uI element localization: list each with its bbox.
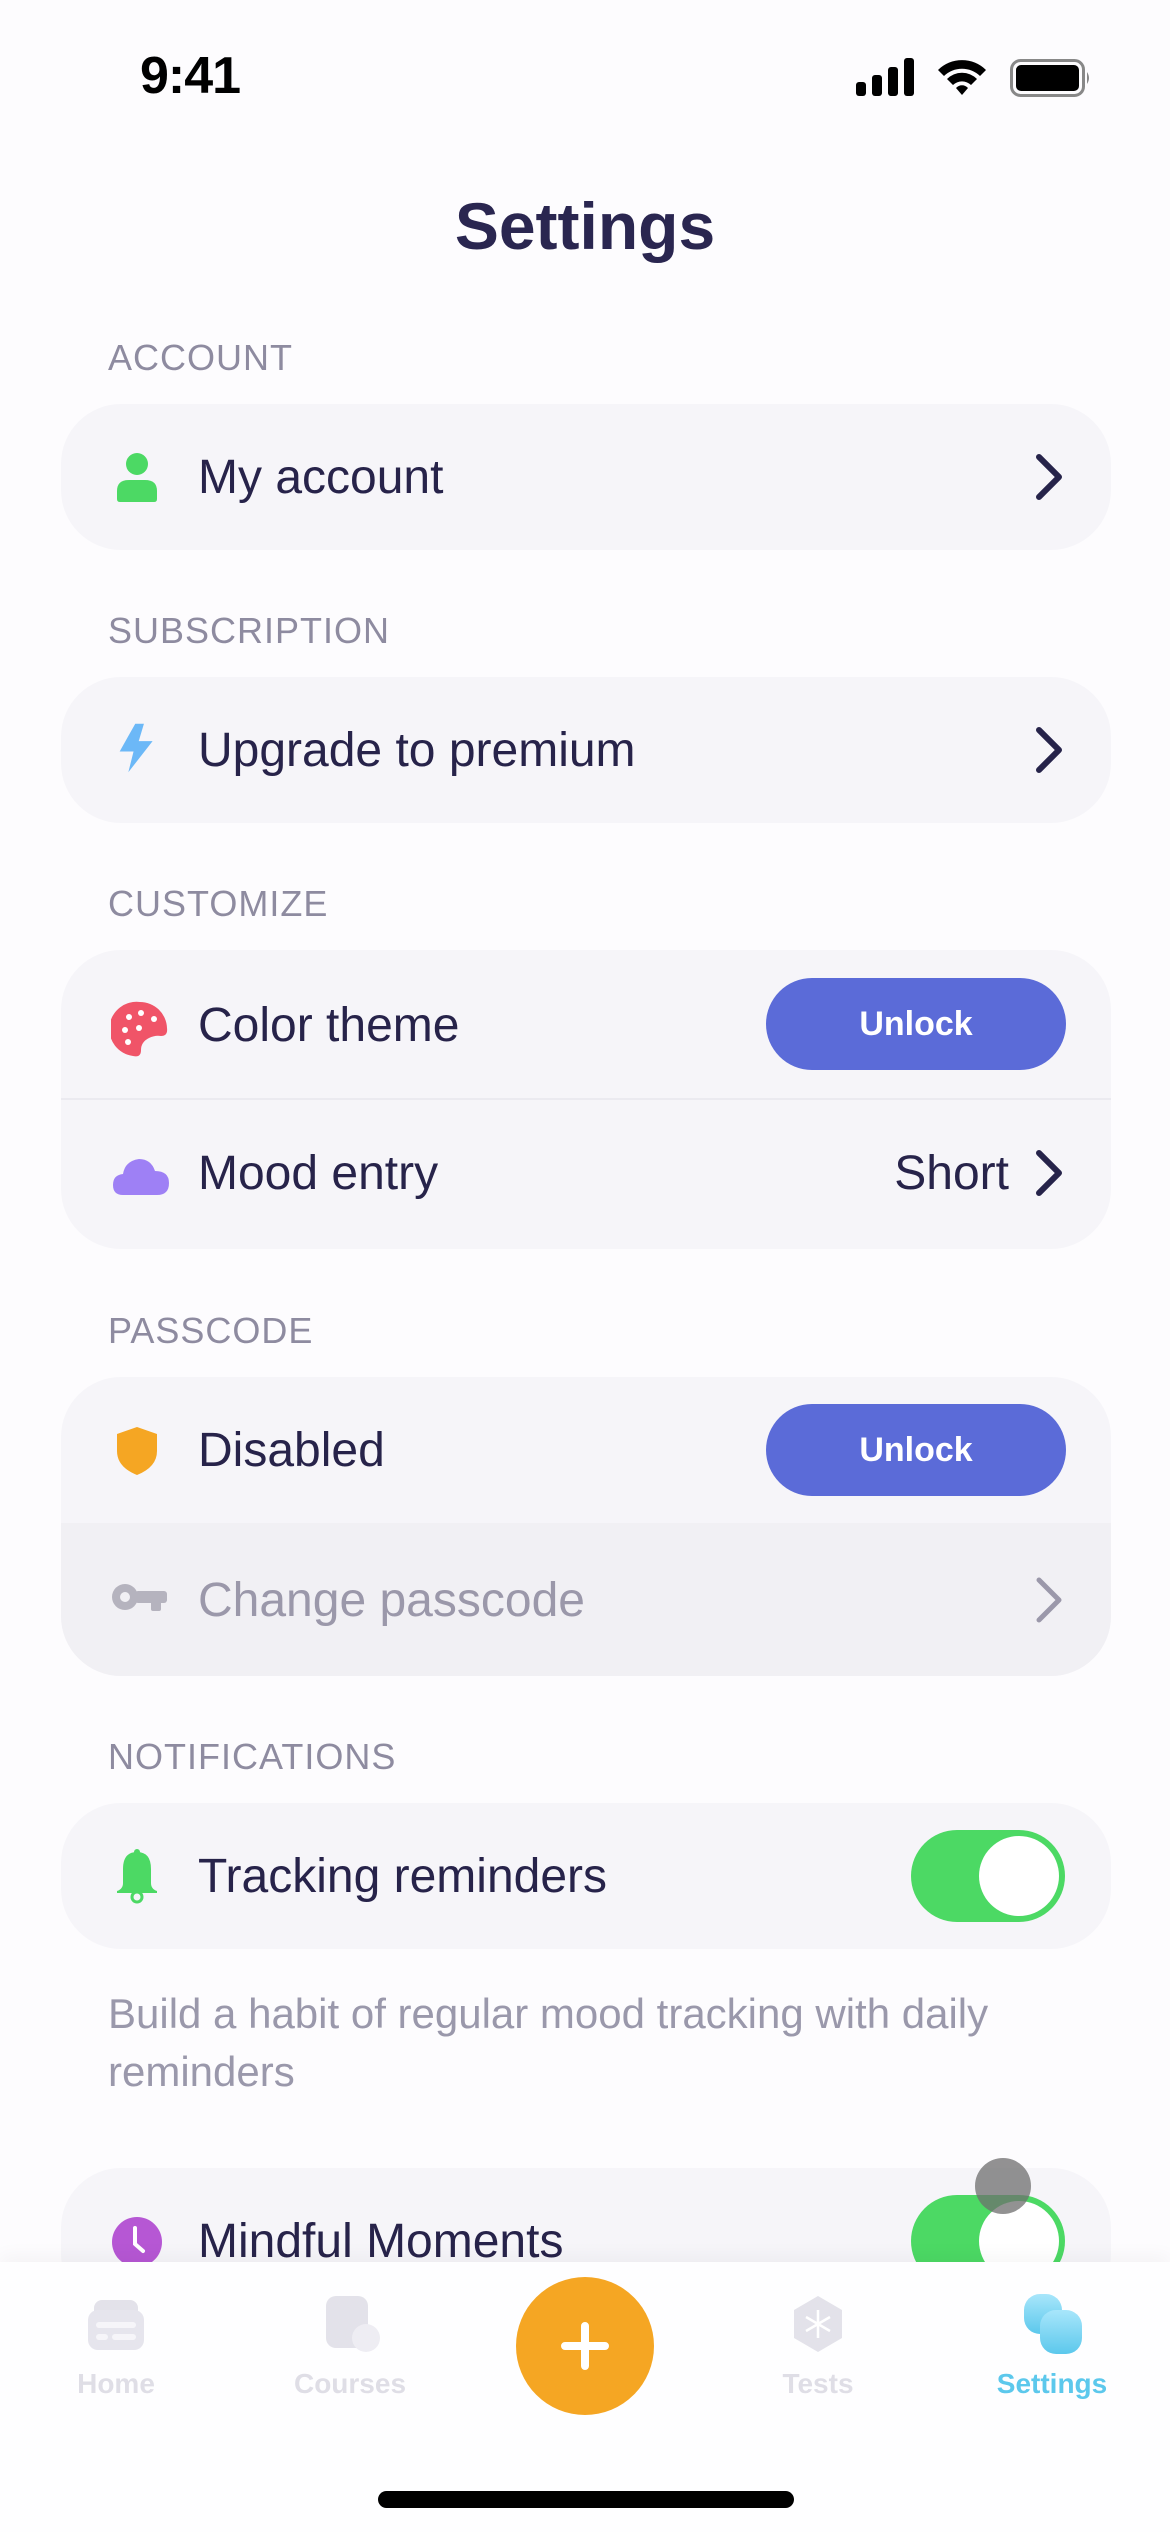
- tab-courses[interactable]: Courses: [260, 2292, 440, 2412]
- mood-entry-label: Mood entry: [198, 1147, 439, 1200]
- mood-entry-value: Short: [894, 1147, 1009, 1200]
- tab-settings[interactable]: Settings: [962, 2292, 1142, 2412]
- tab-settings-label: Settings: [996, 2368, 1108, 2399]
- tab-home-label: Home: [77, 2368, 155, 2399]
- bell-icon: [111, 1847, 163, 1905]
- passcode-unlock-button[interactable]: Unlock: [766, 1404, 1066, 1496]
- section-header-subscription: SUBSCRIPTION: [108, 610, 391, 651]
- account-card: My account: [61, 404, 1111, 550]
- my-account-row[interactable]: My account: [61, 404, 1111, 550]
- section-header-notifications: NOTIFICATIONS: [108, 1736, 397, 1777]
- customize-card: Color theme Unlock Mood entry Short: [61, 950, 1111, 1249]
- courses-icon: [318, 2292, 382, 2356]
- shield-icon: [111, 1425, 163, 1477]
- color-theme-unlock-button[interactable]: Unlock: [766, 978, 1066, 1070]
- chevron-right-icon: [1031, 1147, 1067, 1199]
- tab-tests[interactable]: Tests: [728, 2292, 908, 2412]
- color-theme-label: Color theme: [198, 999, 460, 1052]
- key-icon: [111, 1573, 169, 1625]
- touch-indicator: [975, 2158, 1031, 2214]
- cellular-signal-icon: [856, 58, 914, 96]
- toggle-knob: [979, 1836, 1059, 1916]
- color-theme-row: Color theme Unlock: [61, 950, 1111, 1098]
- chevron-right-icon: [1031, 451, 1067, 503]
- upgrade-premium-label: Upgrade to premium: [198, 724, 636, 777]
- chevron-right-icon: [1031, 1574, 1067, 1626]
- status-time: 9:41: [140, 47, 241, 105]
- upgrade-premium-row[interactable]: Upgrade to premium: [61, 677, 1111, 823]
- passcode-status-label: Disabled: [198, 1424, 385, 1477]
- tab-tests-label: Tests: [782, 2368, 854, 2399]
- section-header-account: ACCOUNT: [108, 337, 293, 378]
- change-passcode-label: Change passcode: [198, 1574, 585, 1627]
- section-header-passcode: PASSCODE: [108, 1310, 314, 1351]
- settings-icon: [1020, 2292, 1084, 2356]
- tracking-reminders-label: Tracking reminders: [198, 1850, 608, 1903]
- subscription-card: Upgrade to premium: [61, 677, 1111, 823]
- plus-icon: [561, 2322, 609, 2370]
- add-entry-button[interactable]: [516, 2277, 654, 2415]
- tab-home[interactable]: Home: [26, 2292, 206, 2412]
- home-icon: [84, 2292, 148, 2356]
- cloud-icon: [111, 1149, 171, 1201]
- passcode-card: Disabled Unlock Change passcode: [61, 1377, 1111, 1676]
- lightning-icon: [111, 722, 163, 774]
- section-header-customize: CUSTOMIZE: [108, 883, 329, 924]
- my-account-label: My account: [198, 451, 444, 504]
- tests-icon: [786, 2292, 850, 2356]
- chevron-right-icon: [1031, 724, 1067, 776]
- battery-icon: [1010, 59, 1089, 97]
- palette-icon: [111, 1000, 169, 1058]
- home-indicator: [378, 2491, 794, 2508]
- clock-icon: [111, 2216, 163, 2268]
- user-icon: [111, 451, 163, 503]
- change-passcode-row[interactable]: Change passcode: [61, 1523, 1111, 1676]
- mood-entry-row[interactable]: Mood entry Short: [61, 1100, 1111, 1249]
- tracking-reminders-row: Tracking reminders: [61, 1803, 1111, 1949]
- tracking-reminders-card: Tracking reminders: [61, 1803, 1111, 1949]
- page-title: Settings: [454, 189, 716, 263]
- tracking-reminders-description: Build a habit of regular mood tracking w…: [108, 1990, 989, 2095]
- mindful-moments-label: Mindful Moments: [198, 2215, 564, 2268]
- wifi-icon: [938, 60, 986, 95]
- tracking-reminders-toggle[interactable]: [911, 1830, 1065, 1922]
- tab-courses-label: Courses: [293, 2368, 407, 2399]
- passcode-status-row: Disabled Unlock: [61, 1377, 1111, 1523]
